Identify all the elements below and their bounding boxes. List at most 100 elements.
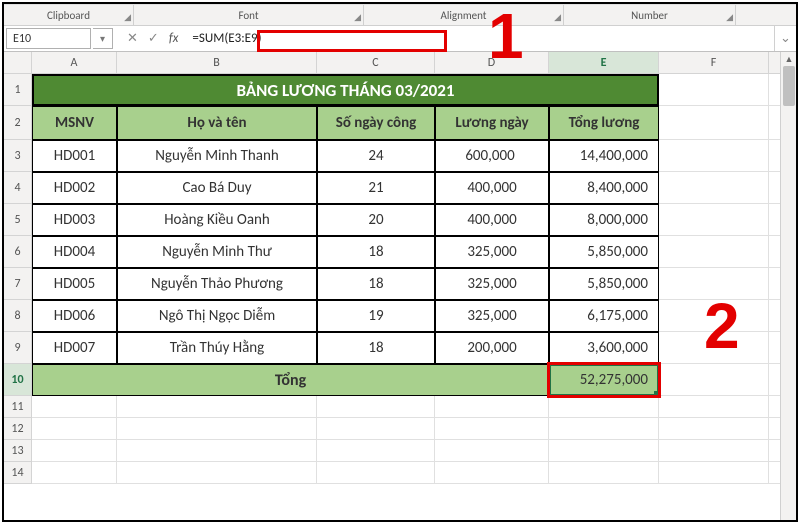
cell-daily[interactable]: 325,000 [435, 300, 549, 332]
row-header-7[interactable]: 7 [4, 268, 32, 300]
cell-days[interactable]: 18 [317, 268, 435, 300]
cell[interactable] [659, 204, 769, 236]
row-header-14[interactable]: 14 [4, 462, 32, 484]
cell-daily[interactable]: 400,000 [435, 172, 549, 204]
dialog-launcher-icon[interactable]: ◢ [726, 12, 733, 23]
cell[interactable] [549, 462, 659, 484]
grand-total-cell[interactable]: 52,275,000 [549, 364, 659, 396]
row-header-8[interactable]: 8 [4, 300, 32, 332]
cell[interactable] [317, 440, 435, 462]
name-box-dropdown[interactable]: ▾ [93, 28, 113, 49]
cell[interactable] [117, 462, 317, 484]
select-all-corner[interactable] [4, 52, 32, 74]
cell[interactable] [659, 418, 769, 440]
cell[interactable] [659, 268, 769, 300]
cell[interactable] [32, 396, 117, 418]
cell-total[interactable]: 3,600,000 [549, 332, 659, 364]
cell-days[interactable]: 21 [317, 172, 435, 204]
vertical-scrollbar[interactable]: ▲ [780, 52, 796, 520]
cell[interactable] [435, 440, 549, 462]
cell-days[interactable]: 18 [317, 332, 435, 364]
dialog-launcher-icon[interactable]: ◢ [124, 12, 131, 23]
cell-name[interactable]: Nguyễn Minh Thanh [117, 140, 317, 172]
cell[interactable] [317, 396, 435, 418]
row-header-1[interactable]: 1 [4, 74, 32, 106]
cell-name[interactable]: Nguyễn Thảo Phương [117, 268, 317, 300]
row-header-12[interactable]: 12 [4, 418, 32, 440]
total-label[interactable]: Tổng [32, 364, 549, 396]
cell-msnv[interactable]: HD003 [32, 204, 117, 236]
header-total[interactable]: Tổng lương [549, 106, 659, 140]
cell-total[interactable]: 6,175,000 [549, 300, 659, 332]
cell[interactable] [117, 396, 317, 418]
row-header-5[interactable]: 5 [4, 204, 32, 236]
cell[interactable] [659, 440, 769, 462]
cell-total[interactable]: 8,400,000 [549, 172, 659, 204]
cell-days[interactable]: 18 [317, 236, 435, 268]
row-header-2[interactable]: 2 [4, 106, 32, 140]
row-header-13[interactable]: 13 [4, 440, 32, 462]
header-daily[interactable]: Lương ngày [435, 106, 549, 140]
header-days[interactable]: Số ngày công [317, 106, 435, 140]
cell-name[interactable]: Trần Thúy Hằng [117, 332, 317, 364]
cell-name[interactable]: Cao Bá Duy [117, 172, 317, 204]
formula-input[interactable]: =SUM(E3:E9) [186, 26, 774, 51]
cell[interactable] [659, 332, 769, 364]
cell[interactable] [659, 74, 769, 106]
row-header-10[interactable]: 10 [4, 364, 32, 396]
scroll-thumb[interactable] [783, 66, 795, 106]
header-msnv[interactable]: MSNV [32, 106, 117, 140]
cell-total[interactable]: 14,400,000 [549, 140, 659, 172]
cell-msnv[interactable]: HD002 [32, 172, 117, 204]
cell[interactable] [435, 418, 549, 440]
cell[interactable] [659, 396, 769, 418]
insert-function-button[interactable]: fx [169, 31, 179, 46]
cell[interactable] [435, 396, 549, 418]
cell-msnv[interactable]: HD001 [32, 140, 117, 172]
dialog-launcher-icon[interactable]: ◢ [554, 12, 561, 23]
table-title[interactable]: BẢNG LƯƠNG THÁNG 03/2021 [32, 74, 659, 106]
cell[interactable] [659, 364, 769, 396]
cell[interactable] [317, 418, 435, 440]
cancel-formula-button[interactable]: ✕ [127, 31, 138, 46]
cell[interactable] [32, 440, 117, 462]
expand-formula-bar[interactable]: ⌄ [774, 26, 796, 51]
cell[interactable] [549, 396, 659, 418]
cell-name[interactable]: Hoàng Kiều Oanh [117, 204, 317, 236]
scroll-up-icon[interactable]: ▲ [781, 52, 797, 66]
cell-msnv[interactable]: HD006 [32, 300, 117, 332]
cell-name[interactable]: Nguyễn Minh Thư [117, 236, 317, 268]
cell-name[interactable]: Ngô Thị Ngọc Diễm [117, 300, 317, 332]
header-name[interactable]: Họ và tên [117, 106, 317, 140]
row-header-4[interactable]: 4 [4, 172, 32, 204]
cell[interactable] [117, 418, 317, 440]
cell[interactable] [659, 140, 769, 172]
cell[interactable] [32, 418, 117, 440]
cell[interactable] [659, 236, 769, 268]
cell-daily[interactable]: 325,000 [435, 268, 549, 300]
cell[interactable] [659, 172, 769, 204]
row-header-11[interactable]: 11 [4, 396, 32, 418]
col-header-C[interactable]: C [317, 52, 435, 74]
cell-total[interactable]: 5,850,000 [549, 268, 659, 300]
cell-days[interactable]: 24 [317, 140, 435, 172]
col-header-D[interactable]: D [435, 52, 549, 74]
name-box[interactable]: E10 [6, 28, 91, 49]
cell[interactable] [435, 462, 549, 484]
col-header-A[interactable]: A [32, 52, 117, 74]
row-header-6[interactable]: 6 [4, 236, 32, 268]
cell-msnv[interactable]: HD005 [32, 268, 117, 300]
col-header-B[interactable]: B [117, 52, 317, 74]
cell-days[interactable]: 20 [317, 204, 435, 236]
col-header-F[interactable]: F [659, 52, 769, 74]
cell-daily[interactable]: 600,000 [435, 140, 549, 172]
enter-formula-button[interactable]: ✓ [148, 31, 159, 46]
cell[interactable] [549, 440, 659, 462]
row-header-3[interactable]: 3 [4, 140, 32, 172]
cell[interactable] [549, 418, 659, 440]
cell[interactable] [32, 462, 117, 484]
cell-msnv[interactable]: HD007 [32, 332, 117, 364]
cell[interactable] [117, 440, 317, 462]
cell-daily[interactable]: 325,000 [435, 236, 549, 268]
cell[interactable] [659, 300, 769, 332]
